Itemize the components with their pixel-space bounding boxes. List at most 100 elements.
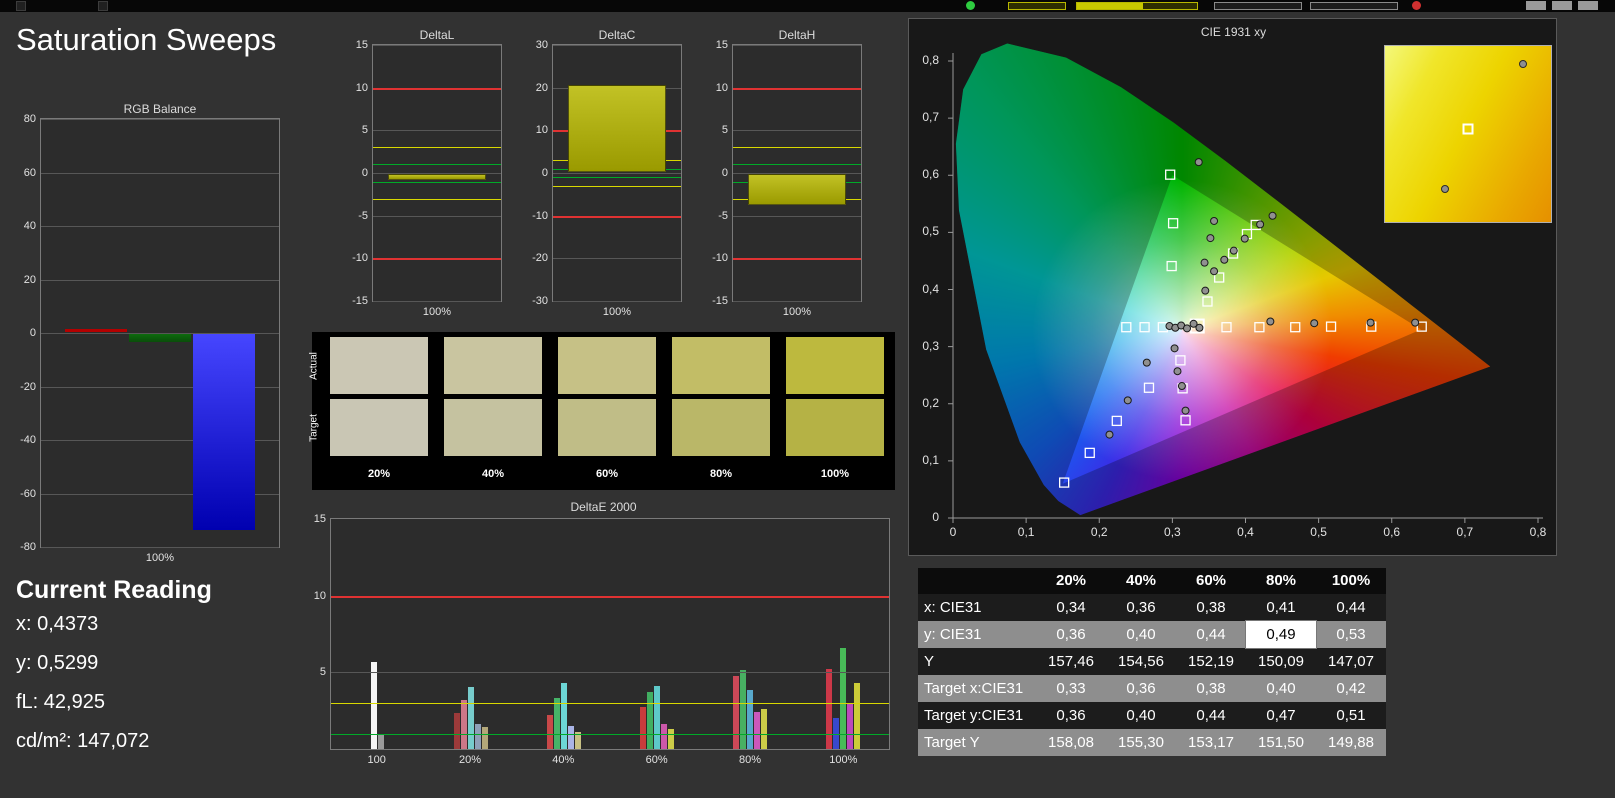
cie-table-body: x: CIE31 0,34 0,36 0,38 0,41 0,44 y: CIE31 0,36… bbox=[918, 594, 1386, 756]
toolbar-segment-4[interactable] bbox=[1310, 2, 1398, 10]
swatch-row-actual: Actual bbox=[309, 337, 884, 394]
table-cell[interactable]: 0,38 bbox=[1176, 675, 1246, 702]
table-cell[interactable]: 0,36 bbox=[1106, 675, 1176, 702]
swatch-col-label: 100% bbox=[820, 468, 850, 480]
swatch-col-label: 80% bbox=[709, 468, 733, 480]
table-cell[interactable]: 0,36 bbox=[1036, 702, 1106, 729]
table-cell[interactable]: 152,19 bbox=[1176, 648, 1246, 675]
table-cell[interactable]: 153,17 bbox=[1176, 729, 1246, 756]
delta-l-x-label: 100% bbox=[422, 306, 452, 318]
table-cell[interactable]: 0,51 bbox=[1316, 702, 1386, 729]
table-cell[interactable]: 154,56 bbox=[1106, 648, 1176, 675]
y-tick-label: 0 bbox=[541, 167, 548, 179]
cie-measured-marker bbox=[1220, 255, 1229, 264]
delta-c-title: DeltaC bbox=[598, 28, 636, 42]
window-button-3[interactable] bbox=[1578, 1, 1598, 10]
deltae-bar bbox=[760, 708, 767, 749]
gridline bbox=[41, 119, 279, 120]
table-cell[interactable]: 0,49 bbox=[1245, 620, 1317, 649]
delta-c-x-label: 100% bbox=[602, 306, 632, 318]
table-cell[interactable]: 0,40 bbox=[1106, 702, 1176, 729]
table-cell[interactable]: 0,53 bbox=[1316, 621, 1386, 648]
cie-x-tick-label: 0,3 bbox=[1164, 525, 1181, 539]
table-cell[interactable]: 147,07 bbox=[1316, 648, 1386, 675]
table-cell[interactable]: 0,44 bbox=[1176, 621, 1246, 648]
deltae-group bbox=[796, 519, 889, 749]
table-cell[interactable]: 0,47 bbox=[1246, 702, 1316, 729]
table-cell[interactable]: 158,08 bbox=[1036, 729, 1106, 756]
gridline bbox=[553, 258, 681, 260]
window-button-1[interactable] bbox=[1526, 1, 1546, 10]
table-cell[interactable]: 0,36 bbox=[1106, 594, 1176, 621]
cie-x-tick-label: 0,1 bbox=[1017, 525, 1035, 539]
swatch-col-label: 60% bbox=[595, 468, 619, 480]
table-cell[interactable]: 0,36 bbox=[1036, 621, 1106, 648]
deltae-bar bbox=[453, 713, 460, 749]
y-tick-label: 15 bbox=[313, 513, 326, 525]
yellow-tolerance-line bbox=[373, 147, 501, 149]
table-header-row: 20% 40% 60% 80% 100% bbox=[918, 568, 1386, 594]
cie-measured-marker bbox=[1123, 396, 1132, 405]
deltae-bar bbox=[732, 676, 739, 749]
cie-title: CIE 1931 xy bbox=[1200, 25, 1267, 39]
tab-icon[interactable] bbox=[98, 1, 108, 11]
yellow-tolerance-line bbox=[331, 703, 889, 704]
table-cell[interactable]: 149,88 bbox=[1316, 729, 1386, 756]
y-tick-label: 20 bbox=[23, 273, 36, 286]
deltae-bar bbox=[460, 699, 467, 749]
cie-target-marker bbox=[1175, 355, 1186, 366]
y-tick-label: 40 bbox=[23, 220, 36, 232]
table-cell[interactable]: 151,50 bbox=[1246, 729, 1316, 756]
swatch-target bbox=[330, 399, 428, 456]
table-header-cell: 20% bbox=[1055, 572, 1087, 589]
toolbar-segment-3[interactable] bbox=[1214, 2, 1302, 10]
y-tick-label: 0 bbox=[29, 327, 36, 339]
table-cell[interactable]: 0,44 bbox=[1176, 702, 1246, 729]
cie-y-tick-label: 0,8 bbox=[922, 53, 939, 67]
table-cell[interactable]: 0,38 bbox=[1176, 594, 1246, 621]
cie-measured-marker bbox=[1183, 324, 1191, 333]
cie-measured-marker bbox=[1240, 234, 1249, 243]
deltae-group bbox=[610, 519, 703, 749]
table-cell[interactable]: 0,33 bbox=[1036, 675, 1106, 702]
window-button-2[interactable] bbox=[1552, 1, 1572, 10]
table-cell[interactable]: 0,40 bbox=[1246, 675, 1316, 702]
table-cell[interactable]: 155,30 bbox=[1106, 729, 1176, 756]
x-tick-label: 40% bbox=[552, 754, 575, 766]
swatch-actual bbox=[444, 337, 542, 394]
delta-h-panel: DeltaH 15 10 5 0 -5 -10 -15 100% bbox=[712, 26, 864, 318]
deltae-bar bbox=[481, 727, 488, 749]
table-cell[interactable]: 0,34 bbox=[1036, 594, 1106, 621]
gridline bbox=[553, 301, 681, 302]
toolbar-segment-2[interactable] bbox=[1076, 2, 1198, 10]
table-cell[interactable]: 0,41 bbox=[1246, 594, 1316, 621]
deltae-groups bbox=[331, 519, 889, 749]
app-icon[interactable] bbox=[16, 1, 26, 11]
cie-target-marker bbox=[1166, 260, 1177, 272]
cie-target-marker bbox=[1121, 322, 1132, 333]
y-tick-label: -10 bbox=[352, 252, 368, 265]
reading-cdm2: cd/m²: 147,072 bbox=[16, 730, 150, 752]
table-cell[interactable]: 0,42 bbox=[1316, 675, 1386, 702]
table-cell[interactable]: 0,40 bbox=[1106, 621, 1176, 648]
yellow-tolerance-line bbox=[553, 185, 681, 187]
table-row-label: Target Y bbox=[924, 734, 980, 751]
swatch-row-label-target: Target bbox=[308, 413, 320, 442]
table-cell[interactable]: 150,09 bbox=[1246, 648, 1316, 675]
status-dot-icon bbox=[966, 1, 975, 10]
toolbar-segment-1[interactable] bbox=[1008, 2, 1066, 10]
y-tick-label: -5 bbox=[358, 209, 368, 222]
y-tick-label: 0 bbox=[721, 167, 728, 179]
table-cell[interactable]: 0,44 bbox=[1316, 594, 1386, 621]
y-tick-label: 10 bbox=[355, 81, 368, 94]
y-tick-label: -60 bbox=[20, 487, 36, 500]
gridline bbox=[733, 215, 861, 217]
y-tick-label: 10 bbox=[535, 124, 548, 137]
gridline bbox=[733, 301, 861, 302]
deltae-group bbox=[331, 519, 424, 749]
cie-measured-marker bbox=[1210, 216, 1219, 225]
deltae-bar bbox=[378, 733, 384, 749]
table-cell[interactable]: 157,46 bbox=[1036, 648, 1106, 675]
swatch-col-labels: 20% 40% 60% 80% 100% bbox=[330, 468, 884, 480]
green-tolerance-line bbox=[553, 177, 681, 179]
